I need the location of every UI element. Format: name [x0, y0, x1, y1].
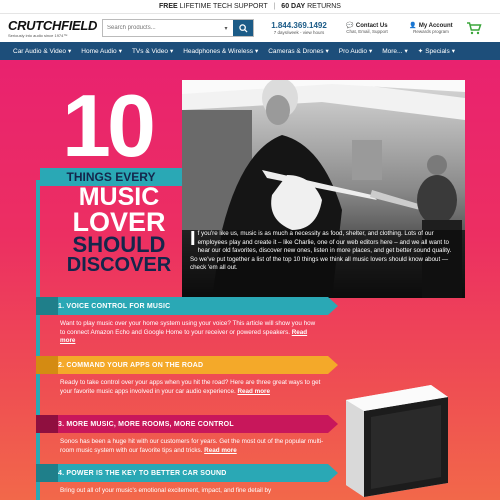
nav-pro-audio[interactable]: Pro Audio ▾ [334, 47, 377, 56]
contact-sub: Chat, Email, Support [346, 29, 388, 34]
nav-cameras[interactable]: Cameras & Drones ▾ [263, 47, 334, 56]
hero-headline: MUSIC LOVER SHOULD DISCOVER [58, 185, 180, 277]
cart-button[interactable] [466, 21, 488, 35]
nav-headphones[interactable]: Headphones & Wireless ▾ [178, 47, 263, 56]
section-1-body: Want to play music over your home system… [36, 315, 316, 346]
section-2-read-more-link[interactable]: Read more [237, 388, 270, 395]
search-bar: ▾ [102, 19, 254, 37]
section-1-title: 1. VOICE CONTROL FOR MUSIC [58, 302, 171, 310]
chevron-down-icon: ▾ [325, 48, 329, 55]
logo[interactable]: CRUTCHFIELD Seriously into audio since 1… [8, 18, 98, 38]
hero-number: 10 [62, 76, 156, 175]
hero-article: 10 THINGS EVERY MUSIC LOVER SHOULD DISCO… [0, 60, 500, 500]
nav-tvs-video[interactable]: TVs & Video ▾ [127, 47, 178, 56]
intro-paragraph: I f you're like us, music is as much a n… [190, 228, 460, 273]
phone-hours: 7 days/week - view hours [273, 30, 325, 35]
section-4-banner: 4. POWER IS THE KEY TO BETTER CAR SOUND [36, 464, 338, 482]
section-4-title: 4. POWER IS THE KEY TO BETTER CAR SOUND [58, 469, 227, 477]
nav-specials[interactable]: ✦ Specials ▾ [413, 47, 460, 56]
chevron-down-icon: ▾ [169, 48, 174, 55]
section-3-banner: 3. MORE MUSIC, MORE ROOMS, MORE CONTROL [36, 415, 338, 433]
section-2-text: Ready to take control over your apps whe… [60, 379, 321, 395]
section-1-text: Want to play music over your home system… [60, 320, 316, 336]
chevron-down-icon: ▾ [254, 48, 259, 55]
sonos-speaker-image [336, 375, 454, 500]
section-2-title: 2. COMMAND YOUR APPS ON THE ROAD [58, 361, 204, 369]
chevron-down-icon: ▾ [118, 48, 122, 55]
intro-drop-cap: I [190, 228, 196, 250]
logo-tagline: Seriously into audio since 1974™ [8, 33, 68, 38]
section-4-text: Bring out all of your music's emotional … [60, 487, 272, 494]
account-title: My Account [418, 22, 453, 29]
intro-text: f you're like us, music is as much a nec… [190, 230, 452, 272]
contact-us-link[interactable]: 💬 Contact Us Chat, Email, Support [338, 22, 396, 35]
my-account-link[interactable]: 👤 My Account Rewards program [402, 22, 460, 35]
section-4-body: Bring out all of your music's emotional … [36, 482, 328, 496]
promo-returns: RETURNS [307, 3, 341, 10]
section-3-text: Sonos has been a huge hit with our custo… [60, 438, 324, 454]
search-input[interactable] [103, 20, 219, 36]
user-icon: 👤 [409, 23, 417, 29]
promo-free: FREE [159, 3, 178, 10]
section-4: 4. POWER IS THE KEY TO BETTER CAR SOUND … [36, 464, 338, 496]
logo-text: CRUTCHFIELD [8, 18, 98, 33]
nav-more[interactable]: More... ▾ [377, 47, 413, 56]
chevron-down-icon: ▾ [68, 48, 72, 55]
section-3-body: Sonos has been a huge hit with our custo… [36, 433, 328, 455]
headline-line4: DISCOVER [66, 254, 172, 277]
main-nav: Car Audio & Video ▾ Home Audio ▾ TVs & Vid… [0, 42, 500, 60]
promo-support: LIFETIME TECH SUPPORT [179, 3, 268, 10]
cart-icon [467, 22, 482, 35]
chevron-down-icon: ▾ [404, 48, 408, 55]
chat-icon: 💬 [346, 23, 354, 29]
section-1: 1. VOICE CONTROL FOR MUSIC Want to play … [36, 297, 338, 346]
chevron-down-icon: ▾ [451, 48, 456, 55]
section-3: 3. MORE MUSIC, MORE ROOMS, MORE CONTROL … [36, 415, 338, 455]
phone-contact[interactable]: 1.844.369.1492 7 days/week - view hours [266, 21, 332, 35]
search-button[interactable] [233, 20, 253, 36]
site-header: CRUTCHFIELD Seriously into audio since 1… [0, 14, 500, 42]
headline-line3: SHOULD [72, 232, 166, 258]
account-sub: Rewards program [413, 29, 449, 34]
nav-home-audio[interactable]: Home Audio ▾ [76, 47, 127, 56]
contact-title: Contact Us [355, 22, 388, 29]
nav-car-audio[interactable]: Car Audio & Video ▾ [8, 47, 76, 56]
section-2-banner: 2. COMMAND YOUR APPS ON THE ROAD [36, 356, 338, 374]
section-3-title: 3. MORE MUSIC, MORE ROOMS, MORE CONTROL [58, 420, 234, 428]
promo-bar: FREE LIFETIME TECH SUPPORT | 60 DAY RETU… [0, 0, 500, 14]
search-icon [238, 23, 248, 33]
promo-days: 60 DAY [281, 3, 306, 10]
section-2: 2. COMMAND YOUR APPS ON THE ROAD Ready t… [36, 356, 338, 396]
chevron-down-icon: ▾ [368, 48, 373, 55]
section-2-body: Ready to take control over your apps whe… [36, 374, 328, 396]
tag-icon: ✦ [417, 48, 424, 55]
section-3-read-more-link[interactable]: Read more [204, 447, 237, 454]
section-1-banner: 1. VOICE CONTROL FOR MUSIC [36, 297, 338, 315]
phone-number: 1.844.369.1492 [271, 21, 327, 30]
search-category-chevron-icon[interactable]: ▾ [219, 20, 233, 36]
